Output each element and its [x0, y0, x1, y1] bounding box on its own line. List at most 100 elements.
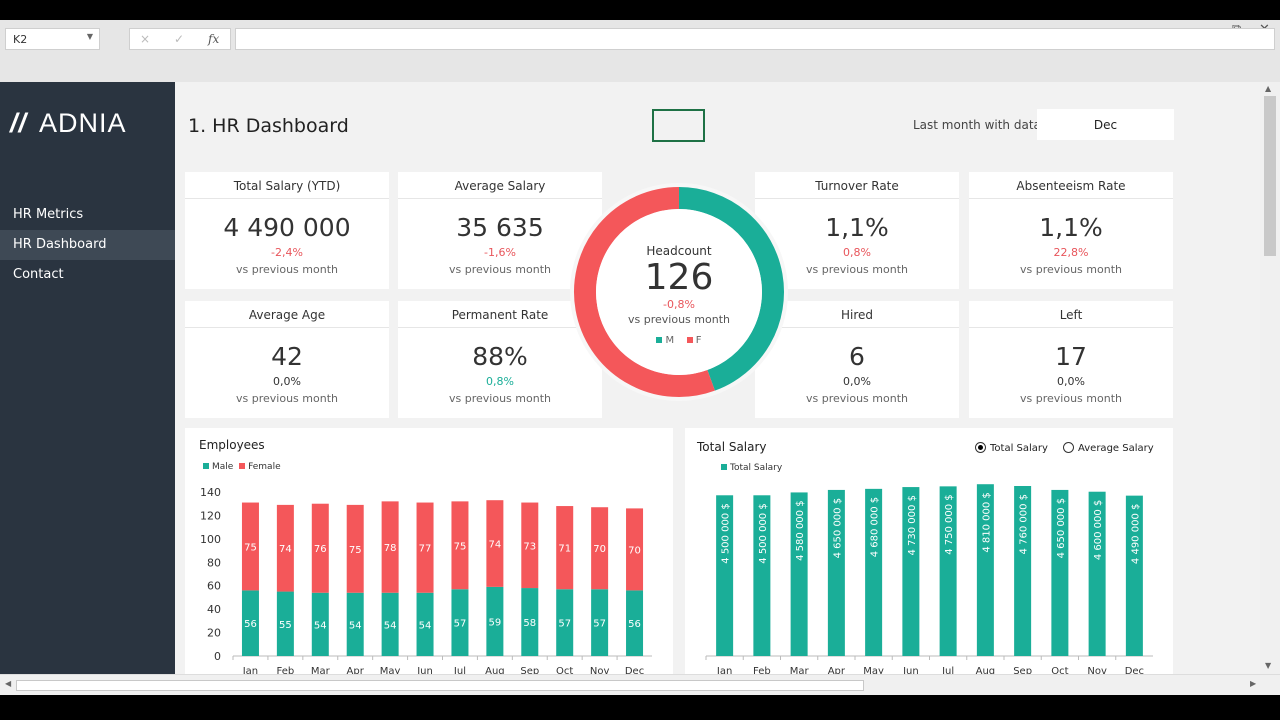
- vertical-scroll-thumb[interactable]: [1264, 96, 1276, 256]
- x-tick-label: Aug: [485, 666, 505, 674]
- selected-cell[interactable]: [652, 109, 705, 142]
- data-label-salary: 4 650 000 $: [1056, 498, 1067, 558]
- logo-icon: //: [10, 108, 28, 138]
- y-tick-label: 140: [200, 486, 221, 499]
- data-label-salary: 4 730 000 $: [907, 495, 918, 555]
- x-tick-label: Dec: [1125, 666, 1144, 674]
- kpi-sub: vs previous month: [1020, 392, 1122, 405]
- last-month-label: Last month with data:: [913, 118, 1045, 132]
- kpi-delta: 0,0%: [273, 375, 301, 388]
- formula-buttons: × ✓ fx: [129, 28, 231, 50]
- data-label-salary: 4 600 000 $: [1093, 500, 1104, 560]
- sidebar: // ADNIA HR Metrics HR Dashboard Contact: [0, 82, 175, 674]
- last-month-select[interactable]: Dec: [1037, 109, 1174, 140]
- fx-icon[interactable]: fx: [208, 32, 219, 46]
- x-tick-label: Oct: [1051, 666, 1068, 674]
- x-tick-label: Apr: [347, 666, 365, 674]
- x-tick-label: Sep: [1013, 666, 1032, 674]
- data-label-salary: 4 810 000 $: [981, 492, 992, 552]
- male-swatch: [656, 337, 663, 343]
- data-label-salary: 4 760 000 $: [1019, 494, 1030, 554]
- sidebar-item-label: HR Metrics: [13, 207, 84, 222]
- data-label-male: 56: [628, 619, 641, 630]
- kpi-sub: vs previous month: [236, 392, 338, 405]
- employees-chart-panel: Employees Male Female 0 20 40 60 80 100 120 140…: [185, 428, 673, 674]
- cancel-icon[interactable]: ×: [140, 32, 150, 46]
- data-label-female: 74: [489, 540, 502, 551]
- data-label-male: 57: [593, 619, 606, 630]
- kpi-delta: -2,4%: [271, 246, 303, 259]
- kpi-value: 4 490 000: [223, 213, 351, 242]
- headcount-value: 126: [644, 257, 714, 298]
- x-tick-label: Jul: [453, 666, 466, 674]
- x-tick-label: Feb: [277, 666, 295, 674]
- x-tick-label: Jan: [716, 666, 732, 674]
- enter-icon[interactable]: ✓: [174, 32, 184, 46]
- headcount-donut: Headcount 126 -0,8% vs previous month M …: [567, 180, 791, 404]
- x-tick-label: Feb: [753, 666, 771, 674]
- name-box[interactable]: K2 ▼: [5, 28, 100, 50]
- kpi-card: Total Salary (YTD) 4 490 000 -2,4% vs pr…: [185, 172, 389, 289]
- data-label-female: 75: [349, 545, 362, 556]
- data-label-male: 54: [384, 620, 397, 631]
- female-swatch: [686, 337, 693, 343]
- employees-chart: 0 20 40 60 80 100 120 140 56 75 Jan 55 74 Feb 54 76 Mar 5…: [200, 486, 652, 674]
- scroll-up-icon[interactable]: ▲: [1265, 84, 1271, 93]
- headcount-sub: vs previous month: [628, 313, 730, 326]
- data-label-male: 59: [489, 617, 502, 628]
- data-label-male: 58: [523, 618, 536, 629]
- scroll-down-icon[interactable]: ▼: [1265, 661, 1271, 670]
- vertical-scrollbar[interactable]: ▲ ▼: [1260, 82, 1280, 674]
- y-tick-label: 0: [214, 650, 221, 663]
- kpi-value: 1,1%: [1039, 213, 1103, 242]
- name-box-value: K2: [13, 33, 28, 46]
- data-label-salary: 4 680 000 $: [870, 497, 881, 557]
- y-tick-label: 40: [207, 603, 221, 616]
- data-label-female: 70: [628, 545, 641, 556]
- headcount-title: Headcount: [646, 244, 712, 258]
- data-label-female: 76: [314, 544, 327, 555]
- data-label-female: 77: [419, 544, 432, 555]
- data-label-male: 54: [349, 620, 362, 631]
- data-label-salary: 4 500 000 $: [721, 503, 732, 563]
- data-label-male: 57: [454, 619, 467, 630]
- x-tick-label: Jun: [416, 666, 433, 674]
- data-label-male: 56: [244, 619, 257, 630]
- kpi-card: Absenteeism Rate 1,1% 22,8% vs previous …: [969, 172, 1173, 289]
- x-tick-label: Jan: [242, 666, 258, 674]
- horizontal-scrollbar[interactable]: ◀ ▶: [0, 674, 1280, 695]
- data-label-salary: 4 490 000 $: [1130, 504, 1141, 564]
- kpi-value: 42: [271, 342, 303, 371]
- salary-chart: 4 500 000 $ Jan 4 500 000 $ Feb 4 580 000 $ M…: [705, 484, 1153, 674]
- scroll-left-icon[interactable]: ◀: [5, 679, 11, 688]
- x-tick-label: Apr: [828, 666, 846, 674]
- sidebar-item-contact[interactable]: Contact: [0, 260, 175, 290]
- kpi-delta: 0,0%: [1057, 375, 1085, 388]
- y-tick-label: 80: [207, 556, 221, 569]
- kpi-value: 17: [1055, 342, 1087, 371]
- data-label-salary: 4 650 000 $: [832, 498, 843, 558]
- sidebar-item-label: HR Dashboard: [13, 237, 107, 252]
- x-tick-label: May: [863, 666, 884, 674]
- data-label-salary: 4 580 000 $: [795, 500, 806, 560]
- kpi-title: Total Salary (YTD): [185, 172, 389, 199]
- y-tick-label: 20: [207, 627, 221, 640]
- data-label-female: 78: [384, 543, 397, 554]
- horizontal-scroll-thumb[interactable]: [16, 680, 864, 691]
- y-tick-label: 100: [200, 533, 221, 546]
- y-tick-label: 120: [200, 509, 221, 522]
- x-tick-label: Nov: [590, 666, 610, 674]
- scroll-right-icon[interactable]: ▶: [1250, 679, 1256, 688]
- data-label-female: 71: [558, 544, 571, 555]
- data-label-female: 75: [454, 541, 467, 552]
- data-label-female: 75: [244, 542, 257, 553]
- kpi-card: Average Age 42 0,0% vs previous month: [185, 301, 389, 418]
- headcount-legend: M F: [567, 335, 791, 346]
- data-label-male: 55: [279, 620, 292, 631]
- data-label-male: 54: [314, 620, 327, 631]
- kpi-sub: vs previous month: [1020, 263, 1122, 276]
- chevron-down-icon[interactable]: ▼: [87, 32, 93, 41]
- sidebar-item-hr-metrics[interactable]: HR Metrics: [0, 200, 175, 230]
- sidebar-item-hr-dashboard[interactable]: HR Dashboard: [0, 230, 175, 260]
- formula-bar[interactable]: [235, 28, 1275, 50]
